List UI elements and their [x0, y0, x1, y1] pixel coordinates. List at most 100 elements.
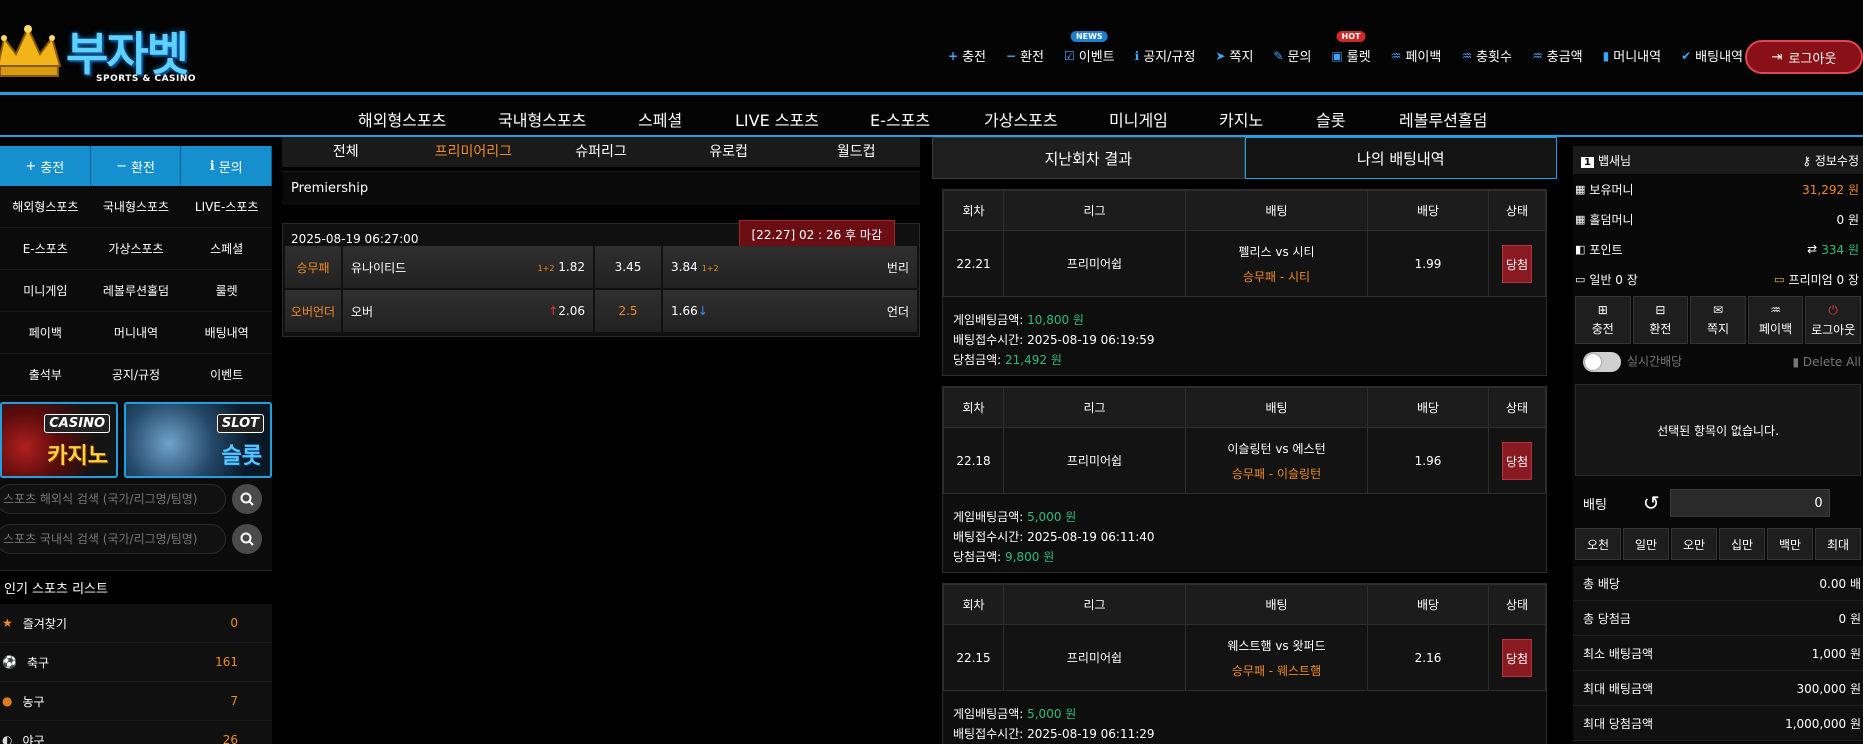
hand-coin-icon: ♒ — [1770, 303, 1781, 317]
bet-card: 회차 리그 배팅 배당 상태 22.15 프리미어쉽 웨스트햄 vs 왓퍼드 승무… — [942, 583, 1547, 744]
pick: 승무패 - 이슬링턴 — [1231, 466, 1322, 481]
sidebar-item-domestic-sports[interactable]: 국내형스포츠 — [90, 186, 182, 228]
topnav-money-history[interactable]: ▮ 머니내역 — [1603, 46, 1661, 66]
stat-label: 보유머니 — [1589, 182, 1634, 197]
topnav-bet-history[interactable]: ✔ 배팅내역 — [1681, 46, 1743, 66]
exchange-icon[interactable]: ⇄ — [1807, 242, 1817, 256]
topnav-notice[interactable]: ℹ 공지/규정 — [1135, 46, 1196, 66]
realtime-toggle[interactable] — [1583, 352, 1621, 372]
chip-100000[interactable]: 십만 — [1719, 528, 1765, 560]
key-icon: ⚷ — [1802, 153, 1811, 168]
sidebar-item-roulette[interactable]: 룰렛 — [181, 270, 272, 312]
minus-icon: − — [116, 158, 127, 174]
topnav-message[interactable]: ➤ 쪽지 — [1215, 46, 1253, 66]
chip-1000000[interactable]: 백만 — [1767, 528, 1813, 560]
search-overseas-input[interactable] — [0, 484, 226, 514]
sidebar-item-event[interactable]: 이벤트 — [181, 354, 272, 396]
mainnav-slot[interactable]: 슬롯 — [1316, 107, 1345, 131]
exchange-button[interactable]: ⊟ 환전 — [1632, 296, 1689, 344]
topnav-label: 환전 — [1020, 50, 1044, 65]
point-icon: ◧ — [1575, 242, 1586, 256]
tab-last-results[interactable]: 지난회차 결과 — [932, 137, 1245, 179]
mainnav-minigame[interactable]: 미니게임 — [1109, 107, 1168, 131]
mainnav-overseas-sports[interactable]: 해외형스포츠 — [358, 107, 446, 131]
bet-amount-input[interactable] — [1669, 489, 1830, 517]
slot-banner[interactable]: SLOT 슬롯 — [124, 402, 272, 478]
paper-plane-icon: ➤ — [1215, 48, 1226, 63]
sidebar-item-live-sports[interactable]: LIVE-스포츠 — [181, 186, 272, 228]
away-odds-button[interactable]: 3.84 1+2 번리 — [663, 246, 917, 288]
mainnav-revolution-holdem[interactable]: 레볼루션홀덤 — [1399, 107, 1487, 131]
topnav-charge[interactable]: + 충전 — [948, 46, 986, 66]
mainnav-casino[interactable]: 카지노 — [1219, 107, 1263, 131]
topnav-event[interactable]: NEWS ☑ 이벤트 — [1063, 31, 1115, 65]
chip-10000[interactable]: 일만 — [1623, 528, 1669, 560]
chip-max[interactable]: 최대 — [1815, 528, 1861, 560]
topnav-exchange[interactable]: − 환전 — [1006, 46, 1044, 66]
popular-item-soccer[interactable]: ⚽ 축구 161 — [0, 643, 272, 682]
betslip-empty: 선택된 항목이 없습니다. — [1575, 384, 1861, 476]
mainnav-domestic-sports[interactable]: 국내형스포츠 — [498, 107, 586, 131]
over-odds-button[interactable]: 오버 ↑2.06 — [343, 290, 593, 332]
action-label: 쪽지 — [1706, 322, 1730, 336]
tab-all[interactable]: 전체 — [282, 137, 410, 167]
search-domestic-input[interactable] — [0, 524, 226, 554]
popular-item-baseball[interactable]: ◐ 야구 26 — [0, 721, 272, 744]
sidebar-item-minigame[interactable]: 미니게임 — [0, 270, 91, 312]
sidebar-item-attendance[interactable]: 출석부 — [0, 354, 91, 396]
sidebar-item-payback[interactable]: 페이백 — [0, 312, 91, 354]
logout-action-button[interactable]: ⏻ 로그아웃 — [1805, 296, 1861, 344]
tab-premier-league[interactable]: 프리미어리그 — [410, 137, 538, 167]
calendar-check-icon: ☑ — [1063, 48, 1075, 63]
chip-50000[interactable]: 오만 — [1671, 528, 1717, 560]
sidebar-item-money-history[interactable]: 머니내역 — [90, 312, 182, 354]
sidebar-item-esports[interactable]: E-스포츠 — [0, 228, 91, 270]
payback-button[interactable]: ♒ 페이백 — [1747, 296, 1804, 344]
draw-odds-button[interactable]: 3.45 — [595, 246, 661, 288]
sidebar-item-bet-history[interactable]: 배팅내역 — [181, 312, 272, 354]
mainnav-esports[interactable]: E-스포츠 — [870, 107, 930, 131]
search-icon[interactable] — [232, 524, 262, 554]
sidebar-item-virtual-sports[interactable]: 가상스포츠 — [90, 228, 182, 270]
tab-world-cup[interactable]: 월드컵 — [792, 137, 920, 167]
casino-banner[interactable]: CASINO 카지노 — [0, 402, 118, 478]
logout-button[interactable]: ⇥ 로그아웃 — [1745, 40, 1863, 74]
action-label: 로그아웃 — [1811, 322, 1856, 337]
under-odds-button[interactable]: 1.66↓ 언더 — [663, 290, 917, 332]
logo[interactable]: 부자벳 SPORTS & CASINO — [0, 18, 224, 88]
tab-my-bets[interactable]: 나의 배팅내역 — [1244, 137, 1557, 179]
chip-5000[interactable]: 오천 — [1575, 528, 1621, 560]
popular-item-basketball[interactable]: ● 농구 7 — [0, 682, 272, 721]
quick-charge-button[interactable]: + 충전 — [0, 146, 91, 186]
mainnav-special[interactable]: 스페셜 — [638, 107, 682, 131]
tab-super-league[interactable]: 슈퍼리그 — [537, 137, 665, 167]
topnav-charge-amount[interactable]: ♒ 충금액 — [1532, 46, 1583, 66]
mainnav-virtual-sports[interactable]: 가상스포츠 — [984, 107, 1058, 131]
topnav-label: 이벤트 — [1078, 50, 1115, 65]
topnav-payback[interactable]: ♒ 페이백 — [1391, 46, 1442, 66]
sidebar-item-notice[interactable]: 공지/규정 — [90, 354, 182, 396]
sidebar-item-revolution-holdem[interactable]: 레볼루션홀덤 — [90, 270, 182, 312]
message-button[interactable]: ✉ 쪽지 — [1690, 296, 1746, 344]
mainnav-live-sports[interactable]: LIVE 스포츠 — [735, 107, 819, 131]
charge-button[interactable]: ⊞ 충전 — [1575, 296, 1631, 344]
topnav-inquiry[interactable]: ✎ 문의 — [1273, 46, 1311, 66]
round: 22.18 — [943, 427, 1004, 494]
tab-euro-cup[interactable]: 유로컵 — [665, 137, 793, 167]
topnav-roulette[interactable]: HOT ▣ 룰렛 — [1331, 31, 1371, 65]
bet-info: 게임배팅금액: 5,000 원 배팅접수시간: 2025-08-19 06:11… — [943, 494, 1546, 580]
delete-all-button[interactable]: ▮ Delete All — [1792, 355, 1861, 369]
quick-inquiry-button[interactable]: ℹ 문의 — [181, 146, 273, 186]
sidebar-item-overseas-sports[interactable]: 해외형스포츠 — [0, 186, 91, 228]
search-icon[interactable] — [232, 484, 262, 514]
hand-coin-icon: ♒ — [1461, 48, 1473, 63]
reset-icon[interactable]: ↺ — [1643, 491, 1660, 515]
topnav-charge-count[interactable]: ♒ 충횟수 — [1461, 46, 1512, 66]
popular-item-favorites[interactable]: ★ 즐겨찾기 0 — [0, 604, 272, 643]
sidebar-item-special[interactable]: 스페셜 — [181, 228, 272, 270]
status-badge: 당첨 — [1502, 244, 1532, 283]
stat-holdem: ▦ 홀덤머니 0 원 — [1573, 204, 1863, 234]
home-odds-button[interactable]: 유나이티드 1+2 1.82 — [343, 246, 593, 288]
quick-exchange-button[interactable]: − 환전 — [90, 146, 182, 186]
edit-profile-link[interactable]: ⚷ 정보수정 — [1802, 152, 1859, 169]
